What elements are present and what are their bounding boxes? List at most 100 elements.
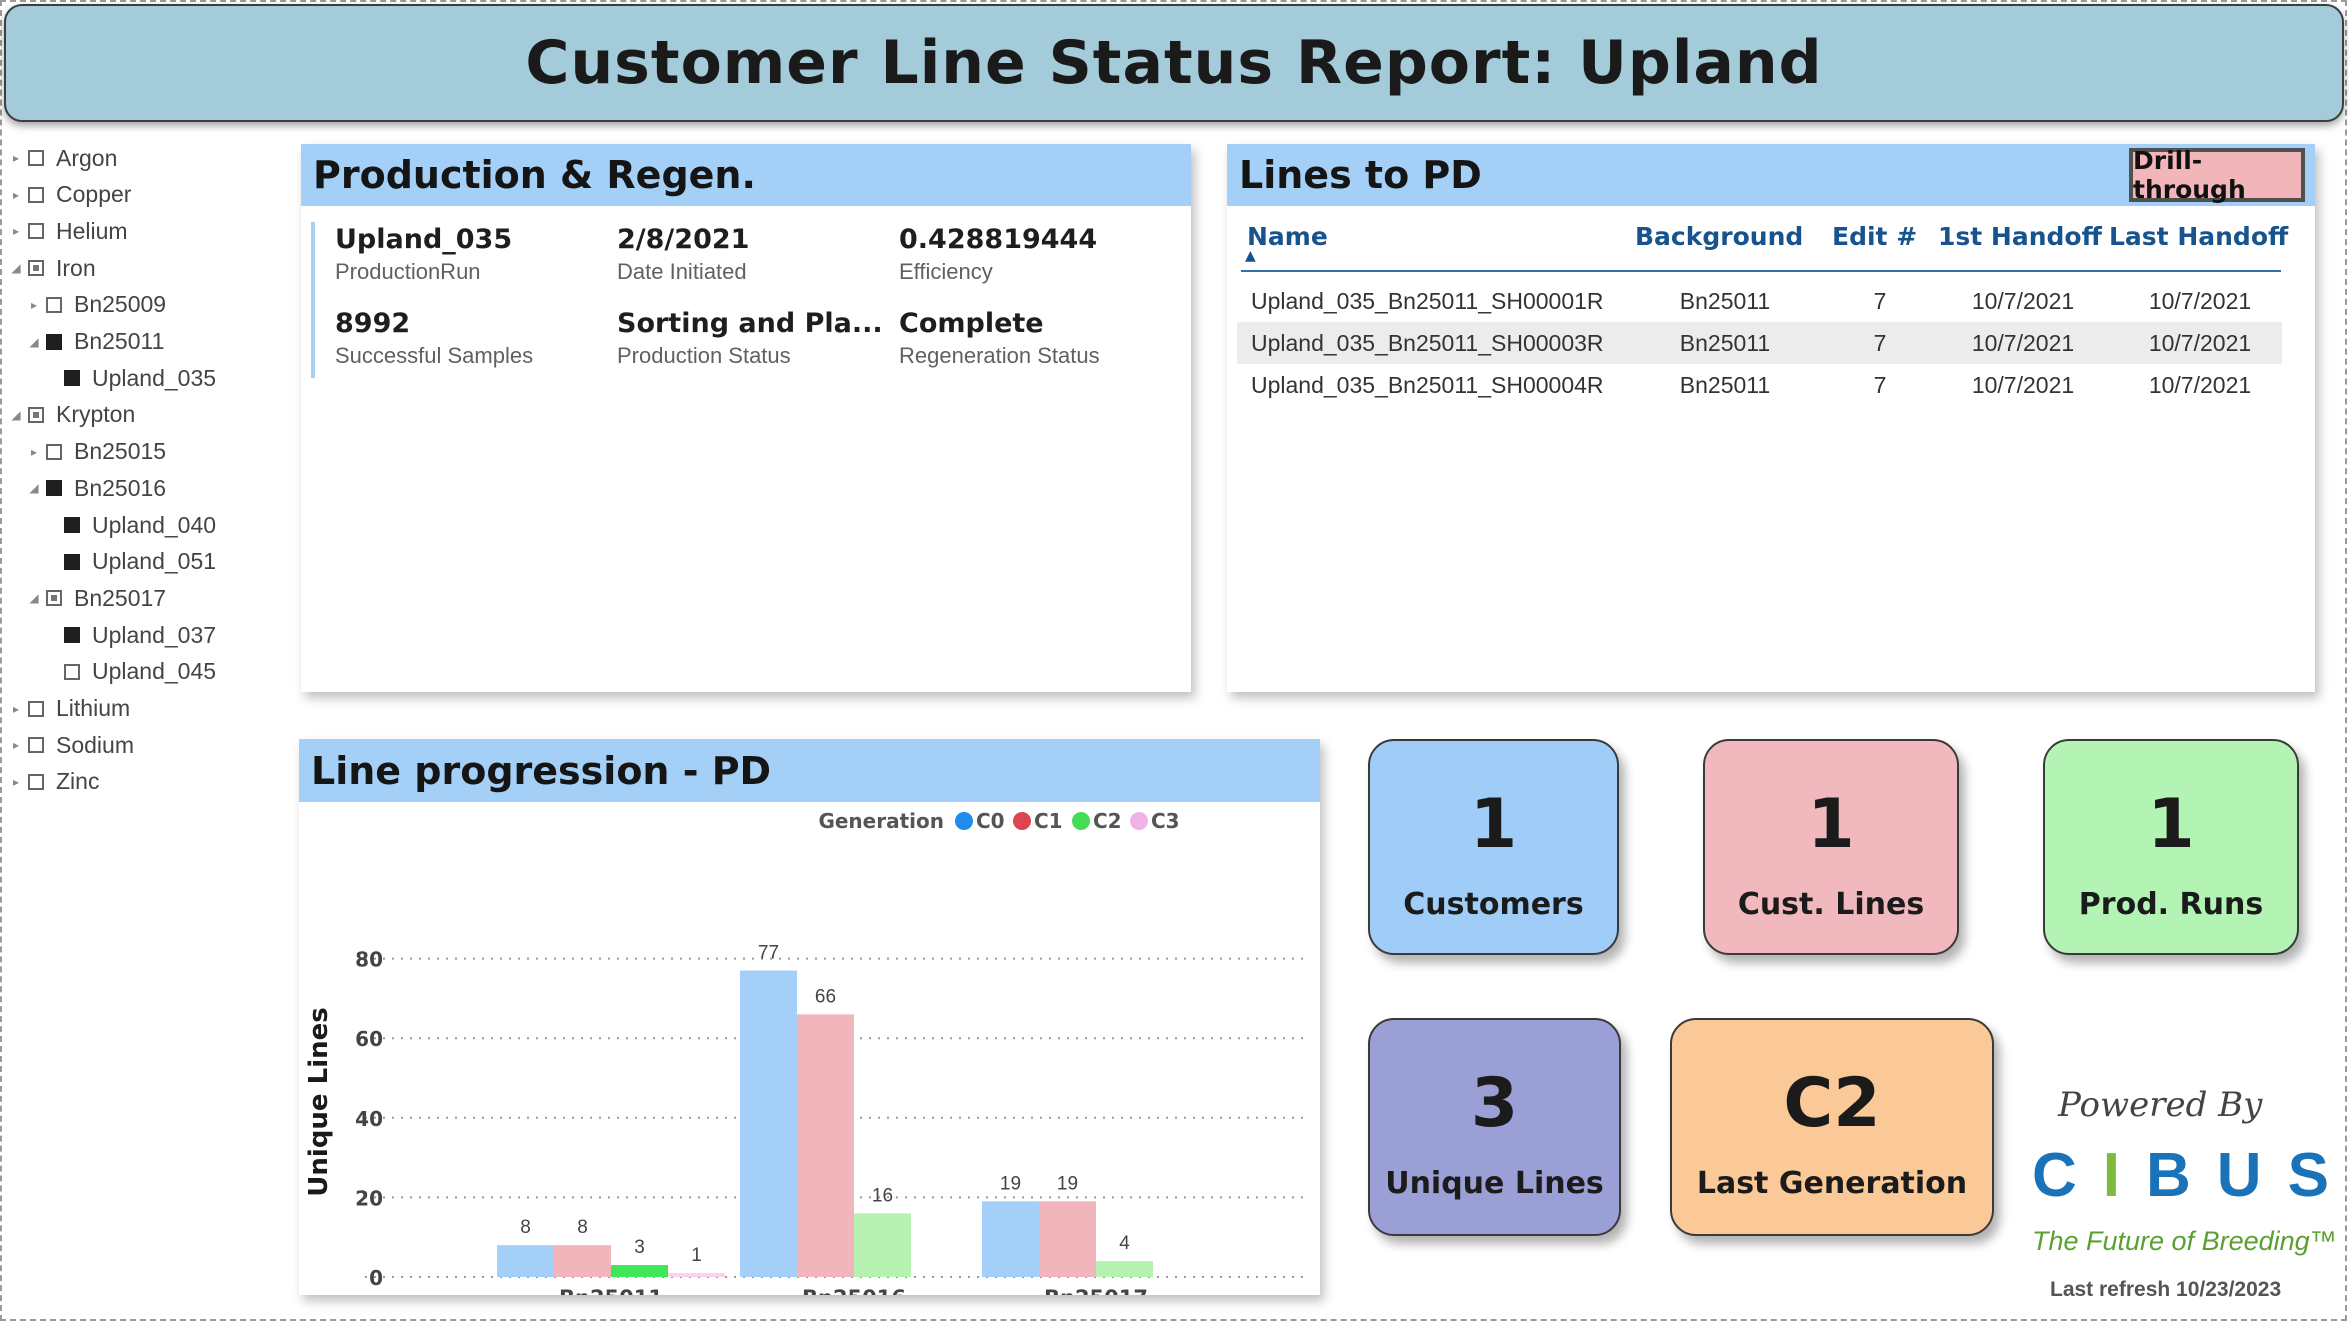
collapse-arrow-icon[interactable]: ◢ [10, 408, 22, 422]
slicer-item[interactable]: ◢ Iron [10, 250, 95, 286]
checkbox-icon[interactable] [28, 737, 44, 754]
production-panel-title: Production & Regen. [313, 153, 756, 197]
checkbox-icon[interactable] [64, 370, 80, 387]
checkbox-icon[interactable] [28, 150, 44, 166]
bar-c0 [497, 1245, 554, 1277]
slicer-item[interactable]: ◢ Krypton [10, 397, 135, 433]
kpi-unique-lines[interactable]: 3 Unique Lines [1368, 1018, 1621, 1236]
slicer-item[interactable]: Upland_051 [46, 544, 216, 580]
column-header-name[interactable]: Name [1247, 222, 1328, 251]
slicer-item[interactable]: ▸ Copper [10, 177, 131, 213]
legend-label: C1 [1034, 809, 1063, 833]
bar-c1 [797, 1014, 854, 1277]
slicer-item[interactable]: Upland_045 [46, 654, 216, 690]
collapse-arrow-icon[interactable]: ◢ [10, 261, 22, 275]
data-label: 4 [1119, 1233, 1130, 1254]
expand-arrow-icon[interactable]: ▸ [10, 188, 22, 202]
checkbox-icon[interactable] [28, 700, 44, 717]
slicer-item[interactable]: Upland_035 [46, 360, 216, 396]
expand-arrow-icon[interactable]: ▸ [10, 775, 22, 789]
checkbox-icon[interactable] [46, 333, 62, 350]
checkbox-icon[interactable] [28, 406, 44, 423]
checkbox-icon[interactable] [64, 627, 80, 644]
bar-c1 [1039, 1201, 1096, 1277]
drill-through-button[interactable]: Drill-through [2129, 146, 2305, 204]
table-row[interactable]: Upland_035_Bn25011_SH00001R Bn25011 7 10/7/… [1237, 280, 2282, 322]
column-header-background[interactable]: Background [1635, 222, 1803, 251]
bar-c0 [740, 970, 797, 1277]
slicer-item[interactable]: ◢ Bn25011 [28, 324, 164, 360]
slicer-item[interactable]: ▸ Argon [10, 140, 117, 176]
kpi-customers[interactable]: 1 Customers [1368, 739, 1619, 955]
powered-by-text: Powered By [2058, 1085, 2263, 1125]
slicer-item[interactable]: Upland_040 [46, 507, 216, 543]
data-label: 66 [815, 986, 836, 1007]
checkbox-icon[interactable] [46, 443, 62, 460]
data-label: 16 [872, 1185, 893, 1206]
slicer-item[interactable]: Upland_037 [46, 617, 216, 653]
checkbox-icon[interactable] [28, 186, 44, 203]
legend-marker [1072, 812, 1090, 830]
checkbox-icon[interactable] [46, 296, 62, 313]
collapse-arrow-icon[interactable]: ◢ [28, 335, 40, 349]
kpi-cust-lines[interactable]: 1 Cust. Lines [1703, 739, 1959, 955]
data-label: 19 [1057, 1173, 1078, 1194]
date-initiated-field: 2/8/2021 Date Initiated [617, 224, 749, 285]
slicer-item[interactable]: ▸ Lithium [10, 691, 130, 727]
checkbox-icon[interactable] [28, 260, 44, 277]
legend-label: C2 [1093, 809, 1122, 833]
expand-arrow-icon[interactable]: ▸ [28, 298, 40, 312]
checkbox-icon[interactable] [64, 517, 80, 533]
collapse-arrow-icon[interactable]: ◢ [28, 481, 40, 495]
kpi-last-generation[interactable]: C2 Last Generation [1670, 1018, 1994, 1236]
data-label: 8 [520, 1217, 531, 1238]
cibus-logo-sprout: I [2102, 1141, 2147, 1210]
slicer-item[interactable]: ▸ Zinc [10, 764, 99, 800]
kpi-cust-lines-label: Cust. Lines [1737, 887, 1925, 922]
checkbox-icon[interactable] [28, 773, 44, 790]
expand-arrow-icon[interactable]: ▸ [10, 738, 22, 752]
slicer-item[interactable]: ◢ Bn25016 [28, 470, 166, 506]
slicer-item[interactable]: ▸ Bn25015 [28, 434, 166, 470]
checkbox-icon[interactable] [46, 480, 62, 497]
slicer-item[interactable]: ▸ Helium [10, 213, 128, 249]
cell-first-handoff: 10/7/2021 [1971, 288, 2075, 314]
data-label: 8 [577, 1217, 588, 1238]
expand-arrow-icon[interactable]: ▸ [10, 151, 22, 165]
checkbox-icon[interactable] [64, 663, 80, 680]
legend-label: C3 [1151, 809, 1180, 833]
checkbox-icon[interactable] [28, 223, 44, 240]
efficiency-label: Efficiency [899, 259, 993, 284]
slicer-item-label: Krypton [56, 401, 136, 428]
table-row[interactable]: Upland_035_Bn25011_SH00004R Bn25011 7 10/7/… [1237, 364, 2282, 406]
cell-last-handoff: 10/7/2021 [2148, 330, 2252, 356]
expand-arrow-icon[interactable]: ▸ [28, 445, 40, 459]
successful-samples-field: 8992 Successful Samples [335, 308, 533, 369]
checkbox-icon[interactable] [64, 553, 80, 570]
slicer-item[interactable]: ◢ Bn25017 [28, 580, 166, 616]
slicer-item-label: Bn25016 [74, 474, 167, 501]
lines-to-pd-title: Lines to PD [1239, 153, 1482, 197]
cibus-logo-letter: B [2146, 1141, 2217, 1210]
expand-arrow-icon[interactable]: ▸ [10, 224, 22, 238]
column-header-last-handoff[interactable]: Last Handoff [2109, 222, 2288, 251]
cell-background: Bn25011 [1679, 330, 1771, 356]
cell-first-handoff: 10/7/2021 [1971, 330, 2075, 356]
production-run-field: Upland_035 ProductionRun [335, 224, 512, 285]
checkbox-icon[interactable] [46, 590, 62, 607]
regeneration-status-label: Regeneration Status [899, 343, 1100, 368]
kpi-prod-runs[interactable]: 1 Prod. Runs [2043, 739, 2299, 955]
column-header-edit[interactable]: Edit # [1832, 222, 1917, 251]
slicer-item[interactable]: ▸ Bn25009 [28, 287, 166, 323]
column-header-first-handoff[interactable]: 1st Handoff [1938, 222, 2102, 251]
production-panel-header: Production & Regen. [301, 144, 1191, 206]
slicer-item-label: Bn25015 [74, 438, 167, 465]
cell-name: Upland_035_Bn25011_SH00003R [1251, 330, 1604, 356]
collapse-arrow-icon[interactable]: ◢ [28, 591, 40, 605]
slicer-item-label: Bn25011 [74, 328, 165, 354]
expand-arrow-icon[interactable]: ▸ [10, 702, 22, 716]
line-progression-chart: 020406080Unique LinesBackground8831Bn250… [304, 809, 1309, 1295]
slicer-item[interactable]: ▸ Sodium [10, 727, 134, 763]
table-row[interactable]: Upland_035_Bn25011_SH00003R Bn25011 7 10/7/… [1237, 322, 2282, 364]
x-tick-label: Bn25011 [559, 1286, 663, 1295]
